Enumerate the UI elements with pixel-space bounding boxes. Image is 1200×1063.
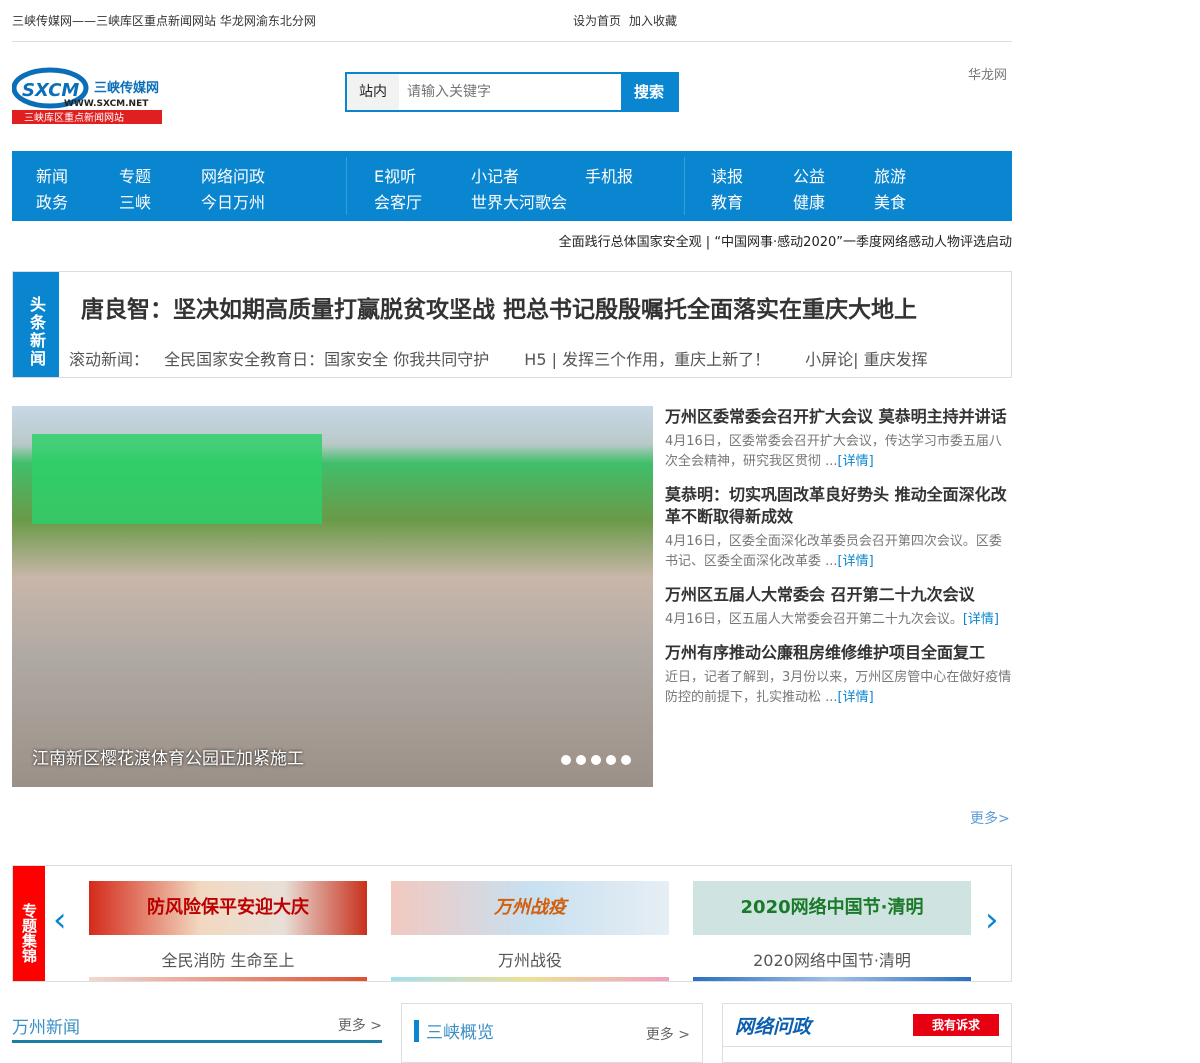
nav-item[interactable]: 公益 — [793, 163, 825, 187]
news-title[interactable]: 万州有序推动公廉租房维修维护项目全面复工 — [665, 642, 1013, 664]
site-description: 三峡传媒网——三峡库区重点新闻网站 华龙网渝东北分网 — [12, 14, 316, 28]
scroll-news-item[interactable]: 小屏论| 重庆发挥 — [805, 350, 927, 369]
featured-links: 全面践行总体国家安全观 | “中国网事·感动2020”一季度网络感动人物评选启动 — [559, 231, 1012, 250]
top-bar: 三峡传媒网——三峡库区重点新闻网站 华龙网渝东北分网 设为首页 加入收藏 — [12, 0, 1012, 42]
slide-caption[interactable]: 江南新区樱花渡体育公园正加紧施工 — [32, 744, 304, 769]
news-title[interactable]: 万州区五届人大常委会 召开第二十九次会议 — [665, 584, 1013, 606]
topic-banner: 防风险保平安迎大庆 — [89, 881, 367, 935]
details-link[interactable]: [详情] — [838, 554, 874, 569]
svg-text:三峡库区重点新闻网站: 三峡库区重点新闻网站 — [24, 111, 124, 124]
more-link[interactable]: 更多 > — [338, 1015, 382, 1035]
scroll-news-label: 滚动新闻： — [69, 350, 150, 369]
nav-item[interactable]: 网络问政 — [201, 163, 265, 187]
nav-item[interactable]: 读报 — [711, 163, 743, 187]
svg-text:SXCM: SXCM — [22, 80, 79, 101]
photo-slideshow[interactable]: 江南新区樱花渡体育公园正加紧施工 — [12, 406, 653, 787]
news-list: 万州区委常委会召开扩大会议 莫恭明主持并讲话 4月16日，区委常委会召开扩大会议，… — [665, 406, 1013, 720]
section-title[interactable]: 三峡概览 — [426, 1018, 494, 1043]
headline-label: 头条新闻 — [13, 272, 59, 377]
search-button[interactable]: 搜索 — [621, 74, 677, 110]
topic-title: 2020网络中国节·清明 — [753, 951, 911, 970]
site-logo[interactable]: SXCM 三峡传媒网 WWW.SXCM.NET 三峡库区重点新闻网站 — [11, 60, 162, 124]
chevron-right-icon[interactable]: › — [985, 900, 999, 940]
separator: | — [705, 235, 711, 250]
wanzhou-news-section: 万州新闻 更多 > — [12, 1003, 382, 1043]
nav-item[interactable]: 小记者 — [471, 163, 519, 187]
news-summary: 4月16日，区委常委会召开扩大会议，传达学习市委五届八次全会精神，研究我区贯彻 … — [665, 434, 1002, 469]
svg-text:WWW.SXCM.NET: WWW.SXCM.NET — [64, 99, 149, 109]
set-homepage-link[interactable]: 设为首页 — [573, 14, 621, 28]
headline-title[interactable]: 唐良智：坚决如期高质量打赢脱贫攻坚战 把总书记殷殷嘱托全面落实在重庆大地上 — [81, 290, 917, 324]
slide-dot[interactable] — [576, 755, 586, 765]
topic-banner: 2020网络中国节·清明 — [693, 881, 971, 935]
nav-item[interactable]: 今日万州 — [201, 189, 265, 213]
slide-dot[interactable] — [591, 755, 601, 765]
nav-divider — [346, 157, 347, 215]
news-title[interactable]: 万州区委常委会召开扩大会议 莫恭明主持并讲话 — [665, 406, 1013, 428]
topic-card[interactable]: 2020网络中国节·清明 2020网络中国节·清明 — [693, 881, 971, 981]
news-summary: 4月16日，区委全面深化改革委员会召开第四次会议。区委书记、区委全面深化改革委 … — [665, 534, 1002, 569]
details-link[interactable]: [详情] — [963, 612, 999, 627]
news-title[interactable]: 莫恭明：切实巩固改革良好势头 推动全面深化改革不断取得新成效 — [665, 484, 1013, 528]
main-nav: 新闻 专题 网络问政 政务 三峡 今日万州 E视听 小记者 手机报 会客厅 世界… — [12, 151, 1012, 221]
search-scope-select[interactable]: 站内 — [347, 74, 399, 110]
news-item: 万州区五届人大常委会 召开第二十九次会议 4月16日，区五届人大常委会召开第二十九… — [665, 584, 1013, 630]
news-summary: 4月16日，区五届人大常委会召开第二十九次会议。 — [665, 612, 963, 627]
nav-item[interactable]: 会客厅 — [374, 189, 422, 213]
section-title[interactable]: 网络问政 — [735, 1012, 811, 1039]
nav-item[interactable]: 健康 — [793, 189, 825, 213]
news-item: 万州有序推动公廉租房维修维护项目全面复工 近日，记者了解到，3月份以来，万州区房管… — [665, 642, 1013, 708]
topic-title: 万州战役 — [497, 951, 562, 970]
nav-item[interactable]: 专题 — [119, 163, 151, 187]
slide-dot[interactable] — [606, 755, 616, 765]
sanxia-overview-section: 三峡概览 更多 > — [401, 1003, 703, 1063]
topic-title: 全民消防 生命至上 — [161, 951, 295, 970]
topics-carousel: 专题集锦 ‹ 防风险保平安迎大庆 全民消防 生命至上 万州战疫 万州战役 202… — [12, 865, 1012, 982]
details-link[interactable]: [详情] — [838, 690, 874, 705]
scroll-news-item[interactable]: H5 | 发挥三个作用，重庆上新了！ — [524, 350, 770, 369]
scroll-news: 滚动新闻： 全民国家安全教育日：国家安全 你我共同守护 H5 | 发挥三个作用，… — [69, 346, 958, 370]
complain-button[interactable]: 我有诉求 — [913, 1014, 999, 1036]
featured-link[interactable]: “中国网事·感动2020”一季度网络感动人物评选启动 — [714, 235, 1012, 250]
slide-dot[interactable] — [621, 755, 631, 765]
nav-item[interactable]: 世界大河歌会 — [471, 189, 567, 213]
nav-item[interactable]: 手机报 — [585, 163, 633, 187]
search-input[interactable] — [399, 74, 621, 110]
nav-item[interactable]: 教育 — [711, 189, 743, 213]
bookmark-link[interactable]: 加入收藏 — [629, 14, 677, 28]
news-item: 莫恭明：切实巩固改革良好势头 推动全面深化改革不断取得新成效 4月16日，区委全面… — [665, 484, 1013, 572]
slide-image — [32, 434, 322, 524]
nav-item[interactable]: 三峡 — [119, 189, 151, 213]
topic-banner: 万州战疫 — [391, 881, 669, 935]
topic-card[interactable]: 万州战疫 万州战役 — [391, 881, 669, 981]
featured-link[interactable]: 全面践行总体国家安全观 — [559, 235, 702, 250]
section-title[interactable]: 万州新闻 — [12, 1013, 80, 1038]
news-more-link[interactable]: 更多> — [970, 808, 1010, 828]
nav-item[interactable]: E视听 — [374, 163, 416, 187]
details-link[interactable]: [详情] — [838, 454, 874, 469]
headline-box: 头条新闻 唐良智：坚决如期高质量打赢脱贫攻坚战 把总书记殷殷嘱托全面落实在重庆大… — [12, 271, 1012, 378]
nav-item[interactable]: 旅游 — [874, 163, 906, 187]
topics-label: 专题集锦 — [13, 866, 45, 981]
slide-dots — [561, 755, 631, 765]
chevron-left-icon[interactable]: ‹ — [53, 900, 67, 940]
nav-item[interactable]: 政务 — [36, 189, 68, 213]
topic-card[interactable]: 防风险保平安迎大庆 全民消防 生命至上 — [89, 881, 367, 981]
nav-item[interactable]: 美食 — [874, 189, 906, 213]
search-bar: 站内 搜索 — [345, 72, 679, 112]
divider — [723, 1046, 1011, 1047]
scroll-news-item[interactable]: 全民国家安全教育日：国家安全 你我共同守护 — [164, 350, 489, 369]
partner-link[interactable]: 华龙网 — [968, 64, 1007, 83]
svg-text:三峡传媒网: 三峡传媒网 — [94, 80, 159, 96]
section-accent — [414, 1020, 419, 1042]
nav-divider — [684, 157, 685, 215]
online-inquiry-section: 网络问政 我有诉求 — [722, 1003, 1012, 1063]
slide-dot[interactable] — [561, 755, 571, 765]
nav-item[interactable]: 新闻 — [36, 163, 68, 187]
more-link[interactable]: 更多 > — [646, 1024, 690, 1044]
news-item: 万州区委常委会召开扩大会议 莫恭明主持并讲话 4月16日，区委常委会召开扩大会议，… — [665, 406, 1013, 472]
